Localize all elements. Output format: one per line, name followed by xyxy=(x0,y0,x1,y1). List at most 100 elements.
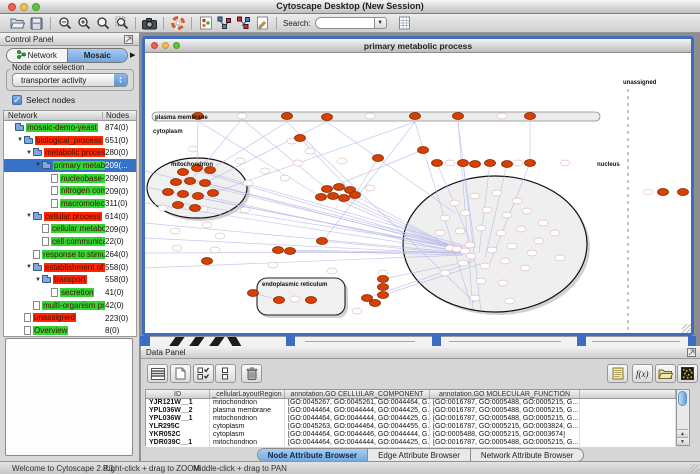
network-node[interactable] xyxy=(290,296,300,302)
network-node-selected[interactable] xyxy=(525,160,536,167)
search-dropdown-arrow[interactable]: ▼ xyxy=(375,17,387,29)
table-cell[interactable]: [GO:0016787, GO:0005215, GO:0003824, G..… xyxy=(430,423,580,431)
network-node-selected[interactable] xyxy=(274,297,285,304)
annotation-button[interactable] xyxy=(253,15,272,32)
column-header[interactable]: ID xyxy=(146,390,210,398)
network-canvas[interactable]: plasma membranecytoplasmmitochondrionnuc… xyxy=(145,53,691,333)
network-node[interactable] xyxy=(188,146,198,152)
tab-overflow-arrow[interactable]: ▶ xyxy=(130,51,135,59)
network-node[interactable] xyxy=(534,238,544,244)
network-node-selected[interactable] xyxy=(171,179,182,186)
network-node[interactable] xyxy=(516,226,526,232)
table-cell[interactable]: mitochondrion xyxy=(210,439,285,447)
table-cell[interactable]: [GO:0044464, GO:0044444, GO:0044425, G..… xyxy=(285,415,430,423)
search-input[interactable] xyxy=(315,17,375,29)
zoom-in-button[interactable] xyxy=(74,15,93,32)
network-node-selected[interactable] xyxy=(458,160,469,167)
tab-network-attribute-browser[interactable]: Network Attribute Browser xyxy=(471,449,583,461)
network-node[interactable] xyxy=(527,250,537,256)
network-node[interactable] xyxy=(435,230,445,236)
snapshot-button[interactable] xyxy=(140,15,159,32)
network-node-selected[interactable] xyxy=(306,297,317,304)
network-node[interactable] xyxy=(487,247,497,253)
network-node[interactable] xyxy=(210,247,220,253)
network-node[interactable] xyxy=(513,160,523,166)
table-row[interactable]: YKR052Ccytoplasm[GO:0044464, GO:0044446,… xyxy=(146,431,676,439)
network-node[interactable] xyxy=(260,168,270,174)
table-cell[interactable]: [GO:0044464, GO:0044444, GO:0044425, G..… xyxy=(285,439,430,447)
network-node-selected[interactable] xyxy=(202,258,213,265)
network-node[interactable] xyxy=(492,190,502,196)
network-node-selected[interactable] xyxy=(173,202,184,209)
network-node-selected[interactable] xyxy=(432,160,443,167)
matrix-view-button[interactable] xyxy=(677,364,698,383)
network-node[interactable] xyxy=(305,148,315,154)
open-file-button[interactable] xyxy=(8,15,27,32)
network-node-selected[interactable] xyxy=(485,160,496,167)
network-node[interactable] xyxy=(522,208,532,214)
tree-row-unassigned[interactable]: unassigned223(0) xyxy=(4,312,136,325)
attribute-notes-button[interactable] xyxy=(607,364,628,383)
tree-row-transport[interactable]: ▼transport558(0) xyxy=(4,273,136,286)
table-row[interactable]: YPL036W__1mitochondrion[GO:0044464, GO:0… xyxy=(146,415,676,423)
scroll-down-arrow[interactable]: ▼ xyxy=(677,437,688,445)
window-resize-grip[interactable] xyxy=(682,324,691,333)
network-node[interactable] xyxy=(450,200,460,206)
network-node[interactable] xyxy=(293,160,303,166)
network-node[interactable] xyxy=(643,189,653,195)
network-node[interactable] xyxy=(498,280,508,286)
scroll-up-arrow[interactable]: ▲ xyxy=(677,429,688,437)
table-cell[interactable]: YLR295C xyxy=(146,423,210,431)
select-nodes-checkbox[interactable]: ✓ xyxy=(12,95,22,105)
table-cell[interactable]: [GO:0016787, GO:0005488, GO:0005215, G..… xyxy=(430,399,580,407)
table-row[interactable]: YJR121W__1mitochondrion[GO:0045267, GO:0… xyxy=(146,399,676,407)
network-node-selected[interactable] xyxy=(193,193,204,200)
expand-arrow-icon[interactable]: ▼ xyxy=(34,277,42,283)
network-node[interactable] xyxy=(158,205,168,211)
zoom-fit-button[interactable] xyxy=(93,15,112,32)
tree-row-nucleobase-[interactable]: nucleobase-209(0) xyxy=(4,172,136,185)
network-node-selected[interactable] xyxy=(502,161,513,168)
tree-row-cellular-process[interactable]: ▼cellular process614(0) xyxy=(4,210,136,223)
network-node[interactable] xyxy=(240,207,250,213)
tree-row-macromolecule[interactable]: macromolecule311(0) xyxy=(4,197,136,210)
network-node-selected[interactable] xyxy=(418,147,429,154)
table-scrollbar[interactable]: ▲ ▼ xyxy=(677,389,690,446)
network-node-selected[interactable] xyxy=(658,189,669,196)
tree-row-overview[interactable]: Overview8(0) xyxy=(4,324,136,337)
table-cell[interactable]: [GO:0045267, GO:0045261, GO:0044464, G..… xyxy=(285,399,430,407)
network-node-selected[interactable] xyxy=(373,155,384,162)
network-node-selected[interactable] xyxy=(378,276,389,283)
attribute-table-button[interactable] xyxy=(147,364,168,383)
save-session-button[interactable] xyxy=(27,15,46,32)
network-node-selected[interactable] xyxy=(163,189,174,196)
network-node-selected[interactable] xyxy=(208,190,219,197)
network-node[interactable] xyxy=(268,262,278,268)
table-cell[interactable]: [GO:0016787, GO:0005488, GO:0005215, G..… xyxy=(430,415,580,423)
network-node[interactable] xyxy=(496,230,506,236)
table-row[interactable]: YPL036W__2plasma membrane[GO:0044464, GO… xyxy=(146,407,676,415)
network-node[interactable] xyxy=(560,160,570,166)
network-node-selected[interactable] xyxy=(317,238,328,245)
table-cell[interactable]: YPL036W__1 xyxy=(146,415,210,423)
tab-node-attribute-browser[interactable]: Node Attribute Browser xyxy=(258,449,369,461)
zoom-out-button[interactable] xyxy=(55,15,74,32)
table-cell[interactable]: YKR052C xyxy=(146,431,210,439)
select-attributes-button[interactable] xyxy=(193,364,214,383)
table-cell[interactable]: [GO:0005488, GO:0005215, GO:0003674] xyxy=(430,431,580,439)
network-node-selected[interactable] xyxy=(525,113,536,120)
network-node[interactable] xyxy=(327,268,337,274)
network-node[interactable] xyxy=(202,222,212,228)
tree-row-metabolic-process[interactable]: ▼metabolic process280(0) xyxy=(4,146,136,159)
float-panel-icon[interactable] xyxy=(124,35,133,44)
expand-arrow-icon[interactable]: ▼ xyxy=(25,213,33,219)
network-node[interactable] xyxy=(445,160,455,166)
window-resize-grip[interactable] xyxy=(690,464,699,473)
network-node[interactable] xyxy=(507,243,517,249)
network-node[interactable] xyxy=(476,278,486,284)
network-node[interactable] xyxy=(550,230,560,236)
table-cell[interactable]: YPL036W__2 xyxy=(146,407,210,415)
table-cell[interactable]: YJR121W__1 xyxy=(146,399,210,407)
table-cell[interactable]: [GO:0044464, GO:0044446, GO:0044444, G..… xyxy=(285,431,430,439)
network-node-selected[interactable] xyxy=(185,178,196,185)
